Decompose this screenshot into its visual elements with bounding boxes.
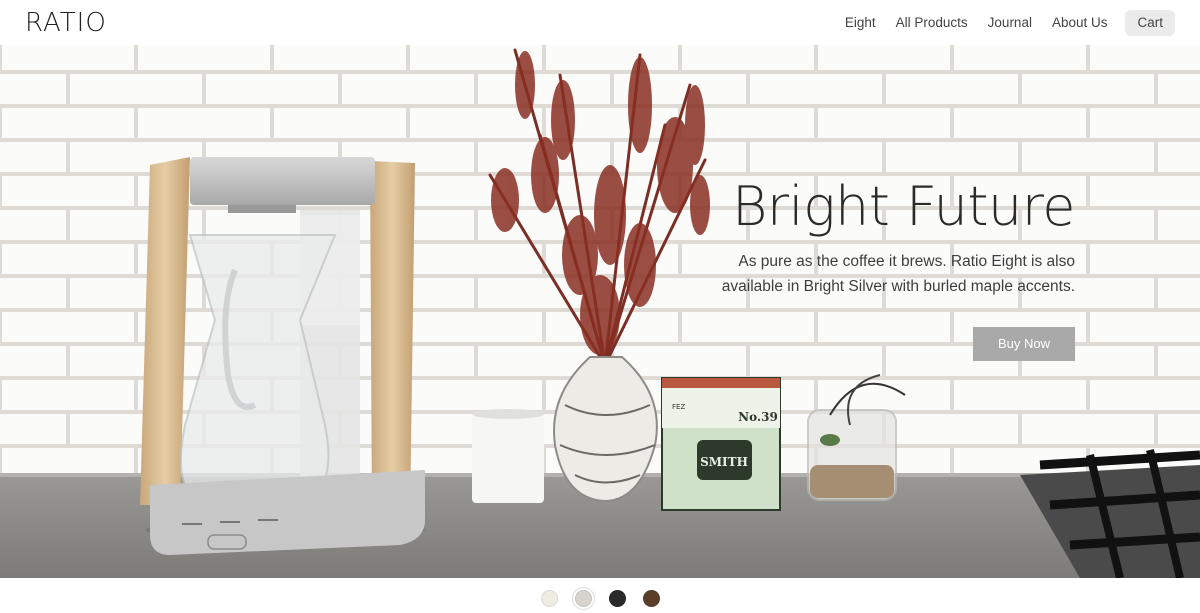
buy-now-button[interactable]: Buy Now — [973, 327, 1075, 361]
slider-dot-4[interactable] — [642, 590, 660, 607]
hero-copy: Bright Future As pure as the coffee it b… — [695, 175, 1076, 299]
hero-subtitle: As pure as the coffee it brews. Ratio Ei… — [721, 253, 1075, 295]
tea-blend-label: FEZ — [672, 403, 685, 411]
tea-brand-label: SMITH — [700, 455, 748, 469]
white-candle — [472, 409, 544, 503]
hero-title: Bright Future — [732, 175, 1076, 238]
tea-box: SMITH No.39 FEZ — [661, 377, 781, 511]
hero-image: SMITH No.39 FEZ — [0, 45, 1200, 578]
tea-number-label: No.39 — [738, 410, 778, 424]
logo[interactable]: RATIO — [25, 8, 107, 38]
cart-button[interactable]: Cart — [1125, 10, 1175, 36]
nav-item-about-us[interactable]: About Us — [1042, 10, 1118, 36]
slider-dot-1[interactable] — [540, 590, 558, 607]
nav-item-eight[interactable]: Eight — [835, 10, 886, 36]
slider-dot-3[interactable] — [608, 590, 626, 607]
nav-item-all-products[interactable]: All Products — [886, 10, 978, 36]
hero-banner: SMITH No.39 FEZ Bright Future As pure as… — [0, 45, 1200, 578]
site-header: RATIO Eight All Products Journal About U… — [0, 0, 1200, 45]
main-nav: Eight All Products Journal About Us Cart — [835, 10, 1175, 36]
nav-item-journal[interactable]: Journal — [978, 10, 1042, 36]
slider-dots — [0, 590, 1200, 610]
slider-dot-2[interactable] — [574, 590, 592, 607]
